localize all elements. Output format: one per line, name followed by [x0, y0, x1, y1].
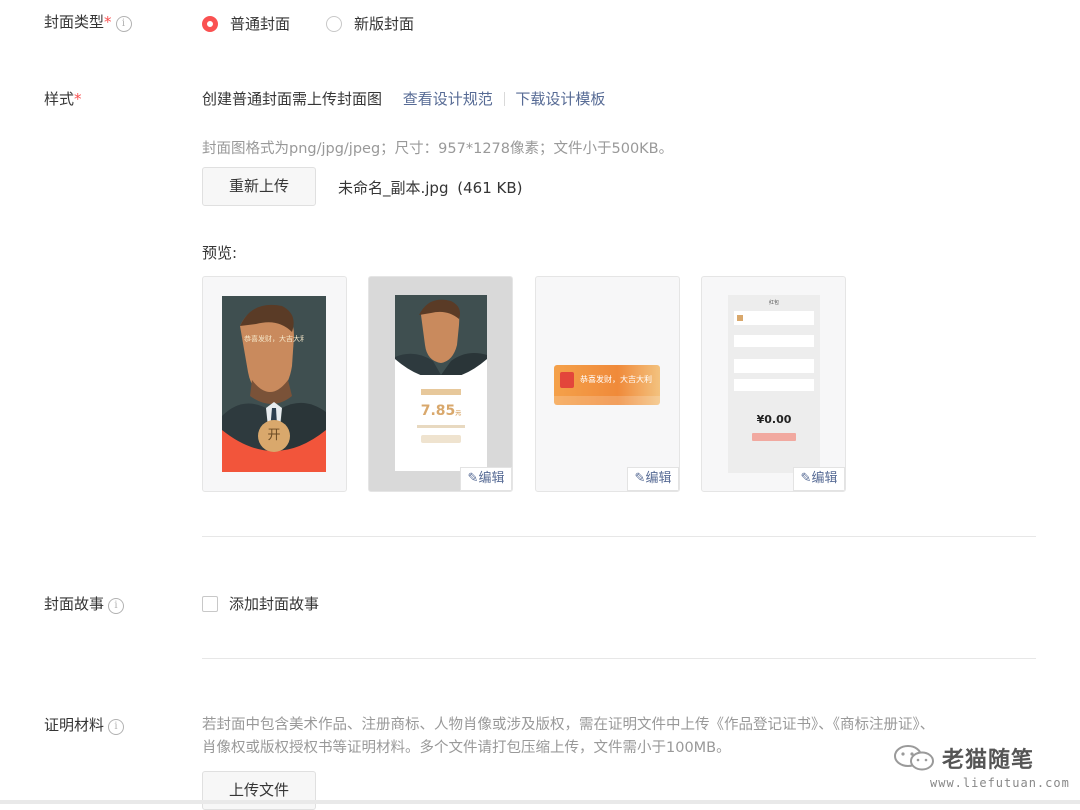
section-divider — [202, 536, 1036, 537]
bottom-edge — [0, 800, 1080, 804]
proof-label: 证明材料 i — [44, 714, 125, 735]
reupload-button[interactable]: 重新上传 — [202, 167, 316, 206]
radio-checked-icon[interactable] — [202, 15, 218, 32]
proof-hint-line: 若封面中包含美术作品、注册商标、人物肖像或涉及版权，需在证明文件中上传《作品登记… — [202, 717, 935, 733]
info-icon[interactable]: i — [108, 719, 125, 735]
opened-screen: 7.85元 — [395, 295, 487, 471]
radio-label: 新版封面 — [354, 15, 415, 33]
edit-button[interactable]: ✎编辑 — [460, 467, 512, 491]
cover-row — [734, 311, 814, 325]
cover-type-label: 封面类型* i — [44, 11, 132, 32]
link-divider — [503, 92, 505, 106]
watermark-name: 老猫随笔 — [942, 748, 1035, 773]
greeting-row — [734, 379, 814, 391]
cover-greeting: 恭喜发财，大吉大利 — [244, 335, 304, 343]
edit-button[interactable]: ✎编辑 — [793, 467, 845, 491]
view-spec-link[interactable]: 查看设计规范 — [403, 90, 493, 108]
reply-chip — [421, 435, 461, 443]
file-size: (461 KB) — [457, 179, 523, 197]
radio-normal-cover[interactable]: 普通封面 — [202, 13, 290, 34]
amount-note — [417, 425, 465, 428]
preview-chat-bubble: 恭喜发财，大吉大利 ✎编辑 — [535, 276, 680, 492]
radio-new-cover[interactable]: 新版封面 — [326, 13, 414, 34]
radio-label: 普通封面 — [230, 15, 291, 33]
pencil-icon: ✎ — [800, 471, 812, 486]
preview-label: 预览: — [202, 244, 238, 262]
cover-story-label: 封面故事 i — [44, 593, 125, 614]
cover-thumb — [737, 315, 743, 321]
sender-bar — [421, 389, 461, 395]
envelope-icon — [560, 372, 574, 388]
send-amount: ¥0.00 — [756, 413, 792, 426]
opened-amount: 7.85元 — [420, 403, 462, 419]
download-template-link[interactable]: 下载设计模板 — [515, 90, 605, 108]
section-divider — [202, 658, 1036, 659]
upload-file-button[interactable]: 上传文件 — [202, 771, 316, 810]
proof-hint: 若封面中包含美术作品、注册商标、人物肖像或涉及版权，需在证明文件中上传《作品登记… — [202, 714, 934, 760]
send-button-mock — [752, 433, 796, 441]
send-screen: 红包 ¥0.00 — [728, 295, 820, 473]
pencil-icon: ✎ — [634, 471, 646, 486]
info-icon[interactable]: i — [115, 16, 132, 32]
send-header: 红包 — [768, 300, 779, 306]
watermark-url: www.liefutuan.com — [930, 776, 1070, 790]
add-cover-story-checkbox[interactable]: 添加封面故事 — [202, 593, 319, 614]
preview-cover: 恭喜发财，大吉大利 开 — [202, 276, 347, 492]
pencil-icon: ✎ — [467, 471, 479, 486]
open-button-icon: 开 — [258, 420, 290, 452]
style-label: 样式* — [44, 90, 82, 108]
amount-row — [734, 359, 814, 373]
style-desc-row: 创建普通封面需上传封面图 查看设计规范 下载设计模板 — [202, 88, 605, 109]
watermark: 老猫随笔 — [892, 742, 1034, 774]
count-row — [734, 335, 814, 347]
edit-button[interactable]: ✎编辑 — [627, 467, 679, 491]
bubble-greeting: 恭喜发财，大吉大利 — [580, 375, 652, 384]
preview-opened: 7.85元 ✎编辑 — [368, 276, 513, 492]
preview-send-page: 红包 ¥0.00 ✎编辑 — [701, 276, 846, 492]
style-desc: 创建普通封面需上传封面图 — [202, 90, 383, 108]
format-hint: 封面图格式为png/jpg/jpeg；尺寸：957*1278像素；文件小于500… — [202, 141, 674, 157]
wechat-icon — [894, 745, 934, 771]
proof-hint-line: 肖像权或版权授权书等证明材料。多个文件请打包压缩上传，文件需小于100MB。 — [202, 740, 731, 756]
info-icon[interactable]: i — [108, 598, 125, 614]
opened-portrait — [395, 295, 487, 375]
uploaded-file: 未命名_副本.jpg (461 KB) — [338, 177, 523, 198]
checkbox-label: 添加封面故事 — [229, 595, 320, 613]
chat-bubble: 恭喜发财，大吉大利 — [554, 365, 660, 405]
bubble-footer — [554, 396, 660, 405]
cover-image: 恭喜发财，大吉大利 开 — [222, 296, 326, 472]
checkbox-icon[interactable] — [202, 595, 218, 612]
radio-unchecked-icon[interactable] — [326, 15, 342, 32]
file-name: 未命名_副本.jpg — [338, 179, 449, 197]
